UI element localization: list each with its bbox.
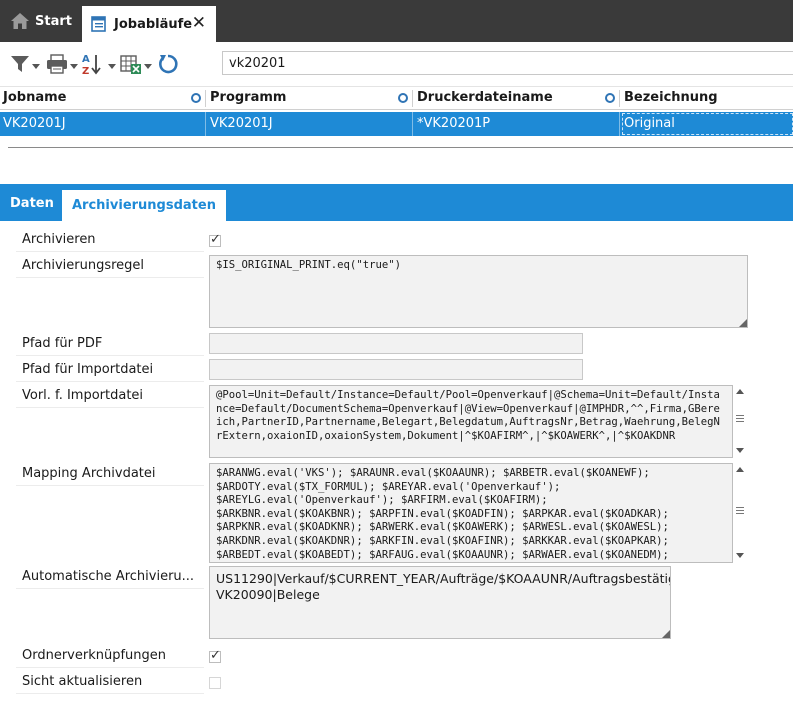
cell-focus-outline <box>622 113 793 135</box>
column-filter-icon[interactable] <box>605 93 615 103</box>
label-mapping-archivdatei: Mapping Archivdatei <box>16 464 204 486</box>
label-ordnerverknuepfungen: Ordnerverknüpfungen <box>16 646 204 668</box>
cell-divider <box>412 112 413 136</box>
column-filter-icon[interactable] <box>398 93 408 103</box>
textarea-automatische-archivierung[interactable]: US11290|Verkauf/$CURRENT_YEAR/Aufträge/$… <box>209 566 671 639</box>
scroll-thumb-icon[interactable] <box>736 507 744 514</box>
cell-divider <box>619 112 620 136</box>
sort-az-icon: A Z <box>82 54 101 76</box>
window-tab-bar: Start Jobabläufe ✕ <box>0 0 793 42</box>
label-pfad-importdatei: Pfad für Importdatei <box>16 360 204 382</box>
tab-daten[interactable]: Daten <box>0 184 64 221</box>
scroll-down-icon[interactable] <box>736 448 744 453</box>
column-divider[interactable] <box>205 90 206 107</box>
column-header-druckerdateiname[interactable]: Druckerdateiname <box>414 87 619 110</box>
label-archivierungsregel: Archivierungsregel <box>16 256 204 278</box>
print-button[interactable] <box>46 51 78 77</box>
refresh-icon <box>159 54 178 74</box>
tab-jobablaeufe[interactable]: Jobabläufe ✕ <box>82 6 216 42</box>
cell-jobname: VK20201J <box>3 116 66 131</box>
column-header-jobname[interactable]: Jobname <box>0 87 205 110</box>
tab-start[interactable]: Start <box>0 0 80 42</box>
sort-button[interactable]: A Z <box>82 51 116 77</box>
detail-tab-bar: Daten Archivierungsdaten <box>0 184 793 221</box>
textarea-mapping-archivdatei[interactable]: $ARANWG.eval('VKS'); $ARAUNR.eval($KOAAU… <box>209 463 733 563</box>
table-row[interactable]: VK20201J VK20201J *VK20201P Original <box>0 112 793 136</box>
checkbox-archivieren[interactable]: ✓ <box>209 232 221 247</box>
vertical-scrollbar[interactable] <box>733 463 747 563</box>
document-window-icon <box>91 16 106 32</box>
vertical-scrollbar[interactable] <box>733 385 747 458</box>
chevron-down-icon <box>108 63 116 69</box>
checkbox-sicht-aktualisieren[interactable] <box>209 677 221 689</box>
grid-header: Jobname Programm Druckerdateiname Bezeic… <box>0 86 793 110</box>
export-button[interactable] <box>120 51 152 77</box>
scroll-down-icon[interactable] <box>736 553 744 558</box>
chevron-down-icon <box>32 63 40 69</box>
tab-archivierungsdaten[interactable]: Archivierungsdaten <box>62 190 226 221</box>
cell-programm: VK20201J <box>210 116 273 131</box>
scroll-up-icon[interactable] <box>736 389 744 394</box>
close-icon[interactable]: ✕ <box>192 13 206 33</box>
checkmark-icon: ✓ <box>210 648 221 663</box>
column-divider[interactable] <box>619 90 620 107</box>
column-header-bezeichnung[interactable]: Bezeichnung <box>621 87 793 110</box>
scroll-thumb-icon[interactable] <box>736 415 744 422</box>
home-icon <box>11 13 29 29</box>
scroll-up-icon[interactable] <box>736 467 744 472</box>
column-header-programm[interactable]: Programm <box>207 87 412 110</box>
column-filter-icon[interactable] <box>191 93 201 103</box>
svg-text:Z: Z <box>82 66 89 76</box>
label-sicht-aktualisieren: Sicht aktualisieren <box>16 672 204 694</box>
input-pfad-importdatei[interactable] <box>209 359 583 380</box>
chevron-down-icon <box>144 63 152 69</box>
svg-text:A: A <box>82 54 90 65</box>
input-pfad-pdf[interactable] <box>209 333 583 354</box>
checkmark-icon: ✓ <box>210 232 221 247</box>
cell-divider <box>205 112 206 136</box>
search-input[interactable] <box>222 51 793 75</box>
cell-druckerdateiname: *VK20201P <box>417 116 491 131</box>
label-pfad-pdf: Pfad für PDF <box>16 334 204 356</box>
filter-icon <box>11 56 29 72</box>
textarea-vorl-importdatei[interactable]: @Pool=Unit=Default/Instance=Default/Pool… <box>209 385 733 458</box>
tab-start-label: Start <box>35 13 72 29</box>
label-automatische-archivierung: Automatische Archivieru... <box>16 567 204 589</box>
checkbox-ordnerverknuepfungen[interactable]: ✓ <box>209 648 221 663</box>
chevron-down-icon <box>70 63 78 69</box>
label-vorl-importdatei: Vorl. f. Importdatei <box>16 386 204 408</box>
resize-handle-icon[interactable] <box>737 317 747 327</box>
tab-jobablaeufe-label: Jobabläufe <box>114 16 193 32</box>
label-archivieren: Archivieren <box>16 230 204 252</box>
horizontal-scrollbar[interactable] <box>8 147 793 148</box>
textarea-archivierungsregel[interactable]: $IS_ORIGINAL_PRINT.eq("true") <box>209 255 748 328</box>
excel-export-icon <box>120 55 141 74</box>
print-icon <box>47 54 67 74</box>
filter-button[interactable] <box>10 51 40 77</box>
resize-handle-icon[interactable] <box>660 628 670 638</box>
column-divider[interactable] <box>412 90 413 107</box>
refresh-button[interactable] <box>157 51 179 77</box>
